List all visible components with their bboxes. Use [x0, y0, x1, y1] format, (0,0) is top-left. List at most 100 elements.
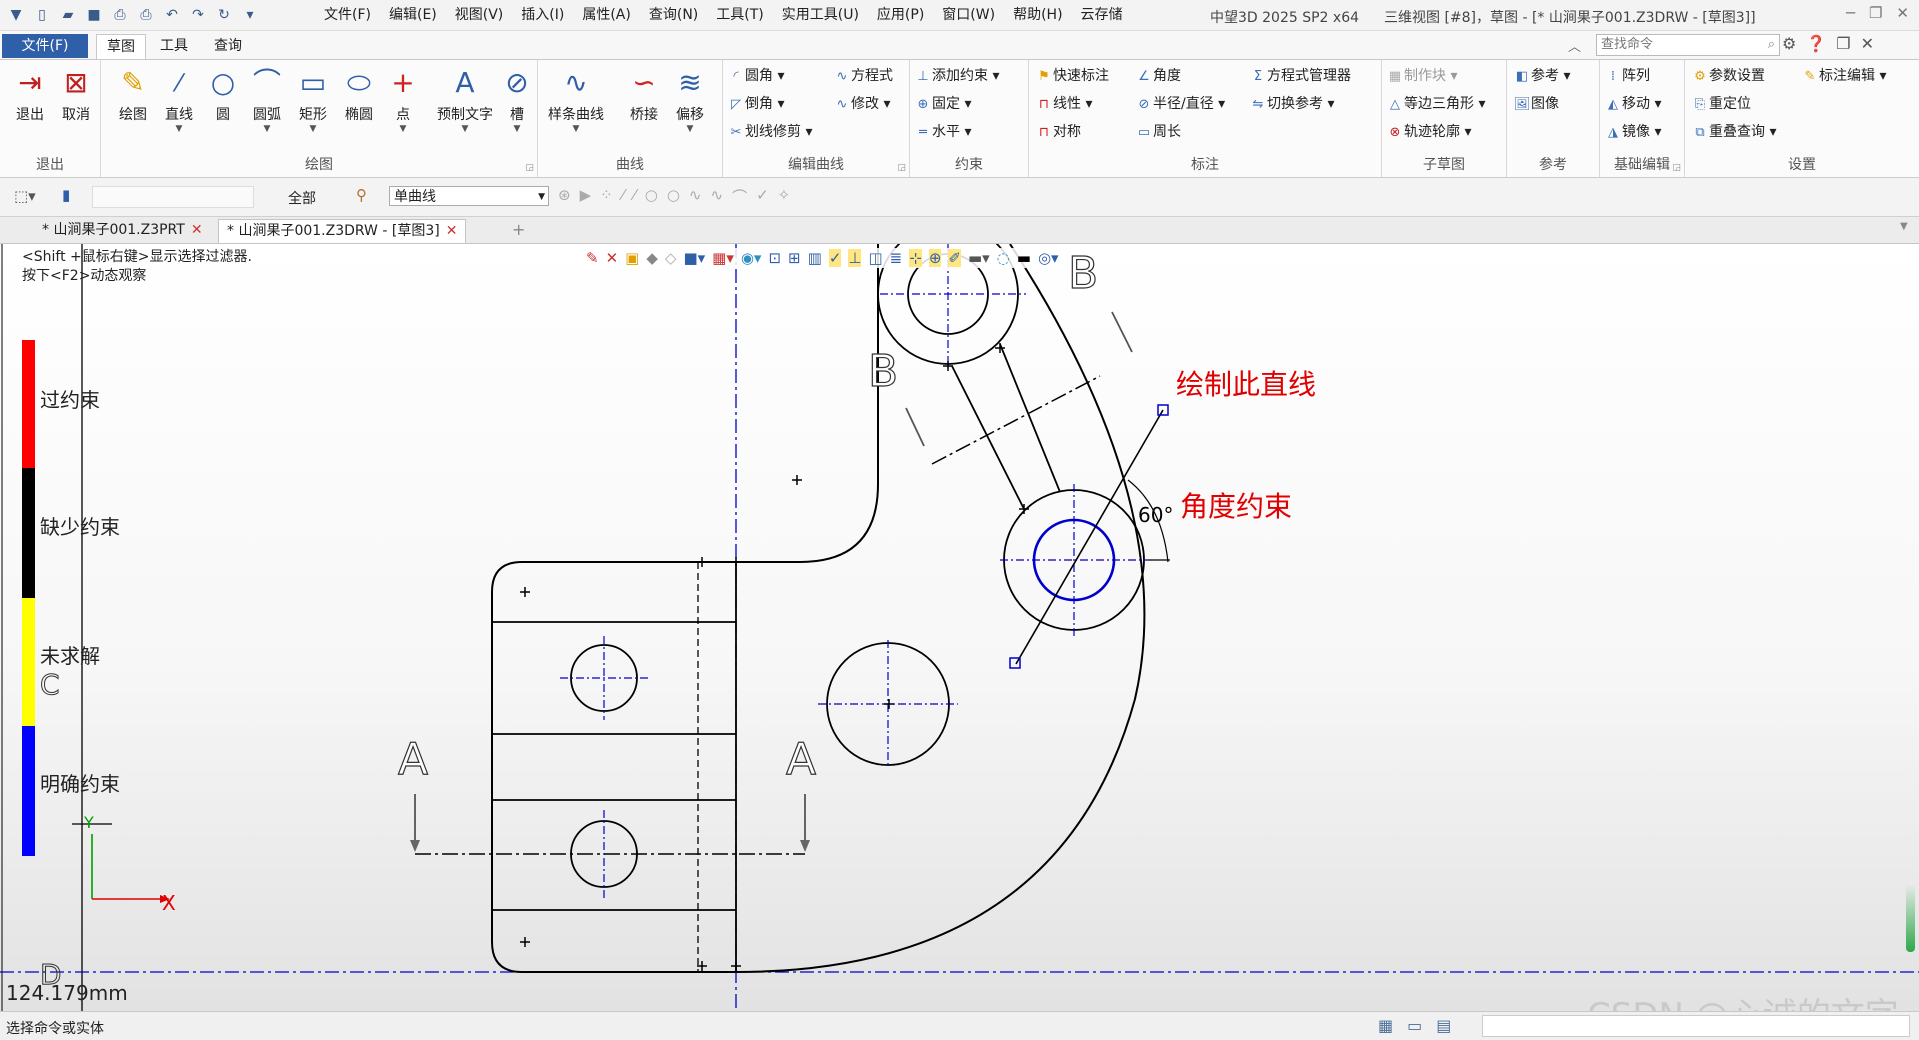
- trajectory-profile-button[interactable]: ⊗ 轨迹轮廓 ▾: [1386, 122, 1472, 142]
- regenerate-icon[interactable]: ↻: [214, 5, 234, 25]
- modify-button[interactable]: ∿ 修改 ▾: [833, 94, 891, 114]
- arc2-icon[interactable]: ⌒: [732, 186, 747, 207]
- slash2-icon[interactable]: ⁄: [633, 186, 636, 207]
- panel-icon[interactable]: ▤: [1436, 1016, 1451, 1035]
- gear-icon[interactable]: ⚙: [1782, 34, 1796, 53]
- close-icon[interactable]: ✕: [1896, 4, 1909, 22]
- rectangle-dropdown-icon[interactable]: ▼: [291, 124, 335, 134]
- view-icon[interactable]: ⊡: [768, 249, 781, 267]
- help-icon[interactable]: ❓: [1806, 34, 1826, 53]
- horizontal-button[interactable]: ═ 水平 ▾: [914, 122, 971, 142]
- sketch-canvas[interactable]: A A B B C D 60° 绘制此直线 角度约束 X Y 过约束 缺少约束 …: [0, 244, 1919, 1011]
- toggle-reference-button[interactable]: ⇋ 切换参考 ▾: [1249, 94, 1335, 114]
- save-icon[interactable]: ■: [84, 5, 104, 25]
- preset-text-button[interactable]: A 预制文字 ▼: [435, 66, 495, 134]
- quick-dimension-button[interactable]: ⚑ 快速标注: [1035, 66, 1109, 86]
- draw-group-launcher-icon[interactable]: ◲: [525, 163, 534, 173]
- stack-icon[interactable]: ≣: [890, 249, 903, 267]
- fix-button[interactable]: ⊕ 固定 ▾: [914, 94, 972, 114]
- ellipse-button[interactable]: ⬭ 椭圆: [337, 66, 381, 124]
- point-button[interactable]: + 点 ▼: [381, 66, 425, 134]
- new-file-icon[interactable]: ▯: [32, 5, 52, 25]
- menu-apps[interactable]: 应用(P): [868, 6, 933, 24]
- undo-icon[interactable]: ↶: [162, 5, 182, 25]
- wave-icon[interactable]: ∿: [689, 186, 702, 207]
- trim-button[interactable]: ✂ 划线修剪 ▾: [727, 122, 813, 142]
- spline-button[interactable]: ∿ 样条曲线 ▼: [544, 66, 608, 134]
- menu-window[interactable]: 窗口(W): [933, 6, 1004, 24]
- sketch-draw-button[interactable]: ✎ 绘图: [111, 66, 155, 124]
- dimension-edit-button[interactable]: ✎ 标注编辑 ▾: [1801, 66, 1887, 86]
- command-search-input[interactable]: 查找命令 ⌕: [1596, 34, 1780, 56]
- points-icon[interactable]: ⁘: [600, 186, 613, 207]
- filter-combo[interactable]: [92, 186, 254, 208]
- layout-icon[interactable]: ▦: [1378, 1016, 1393, 1035]
- close-icon[interactable]: ✕: [191, 222, 203, 238]
- perimeter-button[interactable]: ▭ 周长: [1135, 122, 1181, 142]
- equation-manager-button[interactable]: Σ 方程式管理器: [1249, 66, 1351, 86]
- box-icon[interactable]: ▣: [625, 249, 639, 267]
- tab-list-icon[interactable]: ▼: [1900, 221, 1908, 232]
- line-button[interactable]: ⁄ 直线 ▼: [157, 66, 201, 134]
- chamfer-button[interactable]: ◸ 倒角 ▾: [727, 94, 784, 114]
- point-dropdown-icon[interactable]: ▼: [381, 124, 425, 134]
- doc-tab-part[interactable]: * 山涧果子001.Z3PRT ✕: [34, 219, 211, 242]
- add-constraint-button[interactable]: ⊥ 添加约束 ▾: [914, 66, 999, 86]
- arc-dropdown-icon[interactable]: ▼: [245, 124, 289, 134]
- command-input-field[interactable]: [1482, 1015, 1910, 1037]
- tab-sketch[interactable]: 草图: [96, 34, 146, 59]
- tab-query[interactable]: 查询: [204, 34, 252, 58]
- line-dropdown-icon[interactable]: ▼: [157, 124, 201, 134]
- relocate-button[interactable]: ⎘ 重定位: [1691, 94, 1751, 114]
- close-icon[interactable]: ✕: [446, 223, 458, 239]
- menu-file[interactable]: 文件(F): [315, 6, 380, 24]
- selection-filter-icon[interactable]: ⬚▾: [14, 187, 36, 205]
- restore-icon[interactable]: ❐: [1869, 4, 1882, 22]
- render-icon[interactable]: ◉▾: [741, 249, 762, 267]
- menu-help[interactable]: 帮助(H): [1004, 6, 1071, 24]
- overlap-query-button[interactable]: ⧉ 重叠查询 ▾: [1691, 122, 1776, 142]
- add-tab-icon[interactable]: +: [512, 220, 525, 239]
- black-rect-icon[interactable]: ▬: [1017, 249, 1031, 267]
- collapse-ribbon-icon[interactable]: ︿: [1568, 36, 1581, 55]
- snap-toggle-icon[interactable]: ✓: [828, 249, 842, 267]
- open-folder-icon[interactable]: ▰: [58, 5, 78, 25]
- filter-all-label[interactable]: 全部: [288, 188, 316, 208]
- circle-outline-icon[interactable]: ○: [645, 186, 658, 207]
- palette-icon[interactable]: ▥: [808, 249, 822, 267]
- equilateral-triangle-button[interactable]: △ 等边三角形 ▾: [1386, 94, 1485, 114]
- brush-icon[interactable]: ✧: [778, 186, 791, 207]
- dotted-circle-icon[interactable]: ◌: [997, 249, 1010, 267]
- menu-utilities[interactable]: 实用工具(U): [773, 6, 868, 24]
- cube-icon[interactable]: ◆: [646, 249, 658, 267]
- menu-edit[interactable]: 编辑(E): [380, 6, 446, 24]
- symmetric-dimension-button[interactable]: ⊓ 对称: [1035, 122, 1081, 142]
- display-icon[interactable]: ▬▾: [968, 249, 990, 267]
- slot-dropdown-icon[interactable]: ▼: [499, 124, 535, 134]
- cancel-button[interactable]: ⊠ 取消: [54, 66, 98, 124]
- edit-group-launcher-icon[interactable]: ◲: [897, 163, 906, 173]
- monitor-icon[interactable]: ▭: [1407, 1016, 1422, 1035]
- menu-query[interactable]: 查询(N): [640, 6, 707, 24]
- mirror-button[interactable]: ◮ 镜像 ▾: [1604, 122, 1661, 142]
- linear-dimension-button[interactable]: ⊓ 线性 ▾: [1035, 94, 1093, 114]
- scroll-indicator[interactable]: [1906, 882, 1915, 952]
- rectangle-button[interactable]: ▭ 矩形 ▼: [291, 66, 335, 134]
- doc-tab-drawing[interactable]: * 山涧果子001.Z3DRW - [草图3] ✕: [218, 219, 467, 243]
- wave2-icon[interactable]: ∿: [711, 186, 724, 207]
- fillet-button[interactable]: ◜ 圆角 ▾: [727, 66, 784, 86]
- customize-dropdown-icon[interactable]: ▾: [240, 5, 260, 25]
- menu-insert[interactable]: 插入(I): [512, 6, 573, 24]
- constraint-display-icon[interactable]: ⊥: [848, 249, 862, 267]
- offset-dropdown-icon[interactable]: ▼: [668, 124, 712, 134]
- bridge-button[interactable]: ∽ 桥接: [622, 66, 666, 124]
- grid-icon[interactable]: ▦▾: [712, 249, 734, 267]
- print-icon[interactable]: ⎙: [110, 5, 130, 25]
- slash-icon[interactable]: ⁄: [622, 186, 625, 207]
- circle-outline2-icon[interactable]: ○: [667, 186, 680, 207]
- pick-icon[interactable]: ✕: [606, 249, 619, 267]
- orbit-icon[interactable]: ◎▾: [1038, 249, 1059, 267]
- menu-attributes[interactable]: 属性(A): [573, 6, 640, 24]
- slot-button[interactable]: ⊘ 槽 ▼: [499, 66, 535, 134]
- make-block-button[interactable]: ▦ 制作块 ▾: [1386, 66, 1458, 86]
